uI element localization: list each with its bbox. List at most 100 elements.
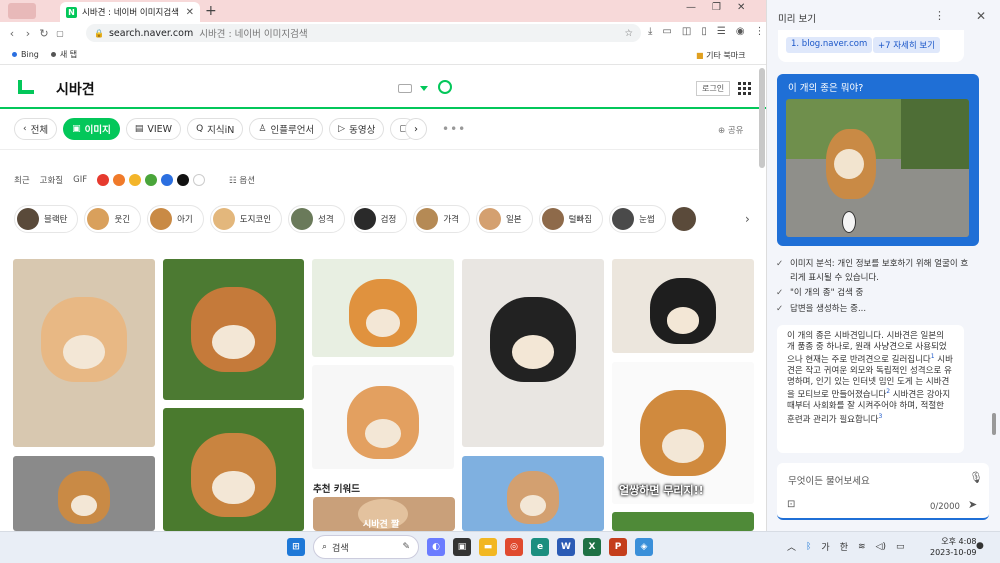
image-result[interactable] [13, 456, 155, 531]
lock-icon[interactable]: 🔒 [94, 29, 104, 38]
keyword-chip[interactable]: 털빠짐 [538, 205, 604, 233]
reader-icon[interactable]: ▢ [52, 29, 68, 38]
window-close-icon[interactable]: ✕ [737, 2, 745, 13]
tab-kin[interactable]: Q 지식iN [187, 118, 244, 140]
image-result[interactable] [612, 259, 754, 353]
filter-recent[interactable]: 최근 [14, 174, 30, 186]
clock[interactable]: 오후 4:08 2023-10-09 [930, 536, 977, 558]
source-link[interactable]: 1. blog.naver.com [786, 37, 873, 53]
keyword-chip[interactable]: 도지코인 [209, 205, 283, 233]
tray-chevron-icon[interactable]: ︿ [787, 540, 796, 553]
app-icon[interactable]: ◈ [635, 538, 653, 556]
taskbar-search[interactable]: ⌕ 검색 ✎ [313, 535, 419, 559]
tab-view[interactable]: ▤ VIEW [125, 118, 182, 140]
windows-start-icon[interactable]: ⊞ [287, 538, 305, 556]
browser-tab[interactable]: N 시바견 : 네이버 이미지검색 ✕ [60, 2, 200, 22]
keyboard-icon[interactable] [398, 84, 412, 93]
star-icon[interactable]: ☆ [624, 28, 633, 39]
chrome-icon[interactable]: ◎ [505, 538, 523, 556]
image-result[interactable] [163, 408, 304, 531]
bluetooth-icon[interactable]: ᛒ [806, 542, 811, 552]
citation-3[interactable]: 3 [878, 413, 882, 420]
file-explorer-icon[interactable]: ▬ [479, 538, 497, 556]
image-result[interactable] [13, 259, 155, 447]
keyword-chip[interactable]: 웃긴 [84, 205, 142, 233]
uploaded-dog-image[interactable] [786, 99, 969, 237]
panel-close-icon[interactable]: ✕ [976, 9, 986, 23]
forward-icon[interactable]: › [20, 27, 36, 40]
color-filter-swatch[interactable] [145, 174, 158, 186]
tab-video[interactable]: ▷ 동영상 [329, 118, 385, 140]
keyword-chip[interactable]: 블랙탄 [14, 205, 79, 233]
keyword-thumbnail[interactable] [671, 207, 696, 231]
filter-hq[interactable]: 고화질 [40, 174, 63, 186]
new-tab-button[interactable]: + [205, 3, 217, 19]
reload-icon[interactable]: ↻ [36, 27, 52, 40]
bookmark-bing[interactable]: Bing [12, 50, 39, 59]
other-bookmarks[interactable]: ■ 기타 북마크 [696, 50, 745, 61]
panel-scrollbar[interactable] [992, 413, 996, 435]
color-filter-swatch[interactable] [193, 174, 206, 186]
image-result[interactable] [312, 365, 454, 469]
panel-menu-icon[interactable]: ⋮ [934, 9, 945, 22]
apps-grid-icon[interactable] [738, 82, 751, 95]
login-button[interactable]: 로그인 [696, 81, 731, 96]
color-filter-swatch[interactable] [97, 174, 110, 186]
dropdown-icon[interactable] [420, 86, 428, 91]
keyword-chip[interactable]: 일본 [475, 205, 533, 233]
extension-icon[interactable]: ◫ [682, 26, 691, 37]
bookmark-newtab[interactable]: 새 탭 [50, 49, 77, 60]
volume-icon[interactable]: ◁) [876, 542, 886, 552]
mic-icon[interactable]: 🎙 [969, 471, 983, 484]
tab-all[interactable]: ‹ 전체 [14, 118, 58, 140]
language-indicator[interactable]: 한 [840, 540, 848, 553]
address-bar[interactable]: 🔒 search.naver.com 시바견 : 네이버 이미지검색 ☆ [86, 24, 641, 42]
color-filter-swatch[interactable] [113, 174, 126, 186]
image-result[interactable] [312, 259, 454, 357]
keyword-chip[interactable]: 검정 [350, 205, 408, 233]
tab-influencer[interactable]: ♙ 인플루언서 [249, 118, 324, 140]
word-icon[interactable]: W [557, 538, 575, 556]
page-scrollbar[interactable] [759, 68, 765, 168]
profile-thumbnail[interactable] [8, 3, 36, 19]
filter-gif[interactable]: GIF [73, 175, 87, 185]
keyword-chip[interactable]: 가격 [413, 205, 470, 233]
keywords-next-icon[interactable]: › [745, 212, 750, 226]
screenshot-icon[interactable]: ▭ [662, 26, 671, 37]
powerpoint-icon[interactable]: P [609, 538, 627, 556]
options-button[interactable]: ☷ 옵션 [229, 174, 255, 186]
notification-icon[interactable]: ● [976, 541, 984, 551]
edge-icon[interactable]: e [531, 538, 549, 556]
naver-logo-icon[interactable] [18, 80, 34, 94]
recommended-keyword-card[interactable]: 시바견 짤 [313, 497, 455, 531]
task-view-icon[interactable]: ▣ [453, 538, 471, 556]
color-filter-swatch[interactable] [161, 174, 174, 186]
keyword-chip[interactable]: 성격 [288, 205, 345, 233]
color-filter-swatch[interactable] [129, 174, 142, 186]
back-icon[interactable]: ‹ [4, 27, 20, 40]
profile-icon[interactable]: ◉ [736, 26, 745, 37]
minimize-icon[interactable]: — [686, 2, 696, 13]
image-result[interactable] [612, 512, 754, 531]
copilot-icon[interactable]: ◐ [427, 538, 445, 556]
more-icon[interactable]: ••• [442, 122, 466, 136]
image-result[interactable] [163, 259, 304, 400]
tabs-next-button[interactable]: › [405, 118, 427, 140]
ime-mode[interactable]: 가 [821, 540, 829, 553]
search-query[interactable]: 시바견 [56, 79, 95, 99]
split-icon[interactable]: ▯ [701, 26, 707, 37]
keyword-chip[interactable]: 눈썹 [609, 205, 666, 233]
color-filter-swatch[interactable] [177, 174, 190, 186]
menu-icon[interactable]: ⋮ [755, 26, 765, 37]
keyword-chip[interactable]: 아기 [147, 205, 204, 233]
share-button[interactable]: ⊕ 공유 [718, 124, 743, 136]
download-icon[interactable]: ⤓ [648, 26, 652, 37]
search-icon[interactable] [438, 80, 452, 94]
image-input-icon[interactable]: ⊡ [787, 499, 795, 510]
image-result[interactable] [462, 259, 604, 447]
excel-icon[interactable]: X [583, 538, 601, 556]
wifi-icon[interactable]: ≋ [858, 542, 866, 552]
send-icon[interactable]: ➤ [968, 498, 977, 511]
restore-icon[interactable]: ❐ [712, 2, 721, 13]
image-result[interactable] [462, 456, 604, 531]
